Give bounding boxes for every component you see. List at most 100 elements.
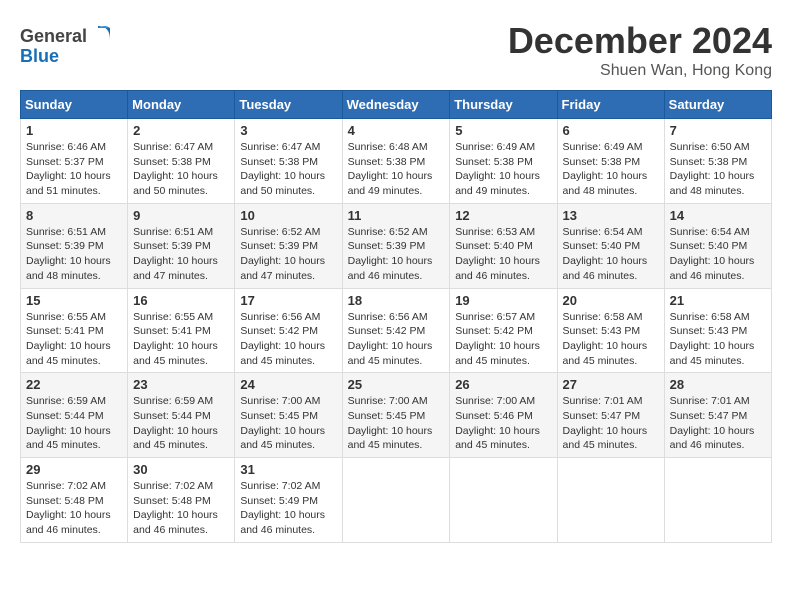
day-number: 18 [348,293,445,308]
col-tuesday: Tuesday [235,91,342,119]
col-friday: Friday [557,91,664,119]
day-number: 26 [455,377,551,392]
day-number: 14 [670,208,766,223]
calendar-day-cell: 4 Sunrise: 6:48 AM Sunset: 5:38 PM Dayli… [342,119,450,204]
calendar-day-cell: 14 Sunrise: 6:54 AM Sunset: 5:40 PM Dayl… [664,203,771,288]
logo: General Blue [20,20,120,76]
svg-text:General: General [20,26,87,46]
month-title: December 2024 [508,20,772,62]
day-number: 21 [670,293,766,308]
day-info: Sunrise: 7:00 AM Sunset: 5:45 PM Dayligh… [348,394,445,453]
week-row-4: 22 Sunrise: 6:59 AM Sunset: 5:44 PM Dayl… [21,373,772,458]
calendar-day-cell: 26 Sunrise: 7:00 AM Sunset: 5:46 PM Dayl… [450,373,557,458]
day-info: Sunrise: 7:02 AM Sunset: 5:49 PM Dayligh… [240,479,336,538]
location: Shuen Wan, Hong Kong [508,62,772,80]
calendar-day-cell: 28 Sunrise: 7:01 AM Sunset: 5:47 PM Dayl… [664,373,771,458]
day-info: Sunrise: 6:55 AM Sunset: 5:41 PM Dayligh… [26,310,122,369]
day-info: Sunrise: 6:51 AM Sunset: 5:39 PM Dayligh… [133,225,229,284]
calendar-day-cell: 16 Sunrise: 6:55 AM Sunset: 5:41 PM Dayl… [128,288,235,373]
calendar-day-cell: 20 Sunrise: 6:58 AM Sunset: 5:43 PM Dayl… [557,288,664,373]
day-info: Sunrise: 7:01 AM Sunset: 5:47 PM Dayligh… [563,394,659,453]
day-info: Sunrise: 6:49 AM Sunset: 5:38 PM Dayligh… [455,140,551,199]
day-info: Sunrise: 6:56 AM Sunset: 5:42 PM Dayligh… [240,310,336,369]
day-info: Sunrise: 6:56 AM Sunset: 5:42 PM Dayligh… [348,310,445,369]
day-number: 31 [240,462,336,477]
day-number: 28 [670,377,766,392]
weekday-header-row: Sunday Monday Tuesday Wednesday Thursday… [21,91,772,119]
day-number: 29 [26,462,122,477]
calendar-day-cell: 3 Sunrise: 6:47 AM Sunset: 5:38 PM Dayli… [235,119,342,204]
day-number: 17 [240,293,336,308]
day-info: Sunrise: 6:59 AM Sunset: 5:44 PM Dayligh… [26,394,122,453]
day-info: Sunrise: 6:50 AM Sunset: 5:38 PM Dayligh… [670,140,766,199]
day-info: Sunrise: 6:51 AM Sunset: 5:39 PM Dayligh… [26,225,122,284]
calendar-table: Sunday Monday Tuesday Wednesday Thursday… [20,90,772,543]
calendar-day-cell [342,458,450,543]
calendar-day-cell: 19 Sunrise: 6:57 AM Sunset: 5:42 PM Dayl… [450,288,557,373]
day-info: Sunrise: 6:54 AM Sunset: 5:40 PM Dayligh… [563,225,659,284]
day-info: Sunrise: 6:52 AM Sunset: 5:39 PM Dayligh… [348,225,445,284]
day-number: 22 [26,377,122,392]
calendar-day-cell: 9 Sunrise: 6:51 AM Sunset: 5:39 PM Dayli… [128,203,235,288]
week-row-1: 1 Sunrise: 6:46 AM Sunset: 5:37 PM Dayli… [21,119,772,204]
calendar-day-cell: 18 Sunrise: 6:56 AM Sunset: 5:42 PM Dayl… [342,288,450,373]
calendar-day-cell: 17 Sunrise: 6:56 AM Sunset: 5:42 PM Dayl… [235,288,342,373]
calendar-day-cell: 31 Sunrise: 7:02 AM Sunset: 5:49 PM Dayl… [235,458,342,543]
day-info: Sunrise: 6:52 AM Sunset: 5:39 PM Dayligh… [240,225,336,284]
day-number: 15 [26,293,122,308]
week-row-5: 29 Sunrise: 7:02 AM Sunset: 5:48 PM Dayl… [21,458,772,543]
day-number: 20 [563,293,659,308]
day-info: Sunrise: 6:55 AM Sunset: 5:41 PM Dayligh… [133,310,229,369]
col-wednesday: Wednesday [342,91,450,119]
day-number: 2 [133,123,229,138]
day-info: Sunrise: 6:57 AM Sunset: 5:42 PM Dayligh… [455,310,551,369]
day-info: Sunrise: 6:53 AM Sunset: 5:40 PM Dayligh… [455,225,551,284]
day-number: 13 [563,208,659,223]
calendar-day-cell [664,458,771,543]
week-row-2: 8 Sunrise: 6:51 AM Sunset: 5:39 PM Dayli… [21,203,772,288]
calendar-day-cell: 21 Sunrise: 6:58 AM Sunset: 5:43 PM Dayl… [664,288,771,373]
day-number: 23 [133,377,229,392]
day-number: 6 [563,123,659,138]
svg-text:Blue: Blue [20,46,59,66]
day-info: Sunrise: 6:59 AM Sunset: 5:44 PM Dayligh… [133,394,229,453]
day-info: Sunrise: 6:46 AM Sunset: 5:37 PM Dayligh… [26,140,122,199]
calendar-day-cell: 15 Sunrise: 6:55 AM Sunset: 5:41 PM Dayl… [21,288,128,373]
title-area: December 2024 Shuen Wan, Hong Kong [508,20,772,80]
day-info: Sunrise: 7:00 AM Sunset: 5:46 PM Dayligh… [455,394,551,453]
calendar-day-cell: 1 Sunrise: 6:46 AM Sunset: 5:37 PM Dayli… [21,119,128,204]
calendar-day-cell: 24 Sunrise: 7:00 AM Sunset: 5:45 PM Dayl… [235,373,342,458]
calendar-day-cell [450,458,557,543]
week-row-3: 15 Sunrise: 6:55 AM Sunset: 5:41 PM Dayl… [21,288,772,373]
col-monday: Monday [128,91,235,119]
calendar-day-cell: 10 Sunrise: 6:52 AM Sunset: 5:39 PM Dayl… [235,203,342,288]
day-number: 8 [26,208,122,223]
col-thursday: Thursday [450,91,557,119]
calendar-day-cell: 13 Sunrise: 6:54 AM Sunset: 5:40 PM Dayl… [557,203,664,288]
calendar-day-cell: 8 Sunrise: 6:51 AM Sunset: 5:39 PM Dayli… [21,203,128,288]
calendar-day-cell: 27 Sunrise: 7:01 AM Sunset: 5:47 PM Dayl… [557,373,664,458]
day-number: 19 [455,293,551,308]
logo-general: General Blue [20,20,120,76]
day-info: Sunrise: 7:01 AM Sunset: 5:47 PM Dayligh… [670,394,766,453]
day-number: 27 [563,377,659,392]
calendar-day-cell: 23 Sunrise: 6:59 AM Sunset: 5:44 PM Dayl… [128,373,235,458]
calendar-day-cell: 7 Sunrise: 6:50 AM Sunset: 5:38 PM Dayli… [664,119,771,204]
day-info: Sunrise: 6:47 AM Sunset: 5:38 PM Dayligh… [133,140,229,199]
day-number: 4 [348,123,445,138]
day-info: Sunrise: 7:00 AM Sunset: 5:45 PM Dayligh… [240,394,336,453]
calendar-day-cell: 6 Sunrise: 6:49 AM Sunset: 5:38 PM Dayli… [557,119,664,204]
calendar-day-cell: 30 Sunrise: 7:02 AM Sunset: 5:48 PM Dayl… [128,458,235,543]
day-info: Sunrise: 6:58 AM Sunset: 5:43 PM Dayligh… [563,310,659,369]
col-saturday: Saturday [664,91,771,119]
day-number: 30 [133,462,229,477]
day-info: Sunrise: 6:49 AM Sunset: 5:38 PM Dayligh… [563,140,659,199]
day-number: 7 [670,123,766,138]
day-number: 12 [455,208,551,223]
day-number: 11 [348,208,445,223]
day-info: Sunrise: 6:48 AM Sunset: 5:38 PM Dayligh… [348,140,445,199]
page-header: General Blue December 2024 Shuen Wan, Ho… [20,20,772,80]
calendar-day-cell: 12 Sunrise: 6:53 AM Sunset: 5:40 PM Dayl… [450,203,557,288]
calendar-day-cell: 11 Sunrise: 6:52 AM Sunset: 5:39 PM Dayl… [342,203,450,288]
day-number: 5 [455,123,551,138]
